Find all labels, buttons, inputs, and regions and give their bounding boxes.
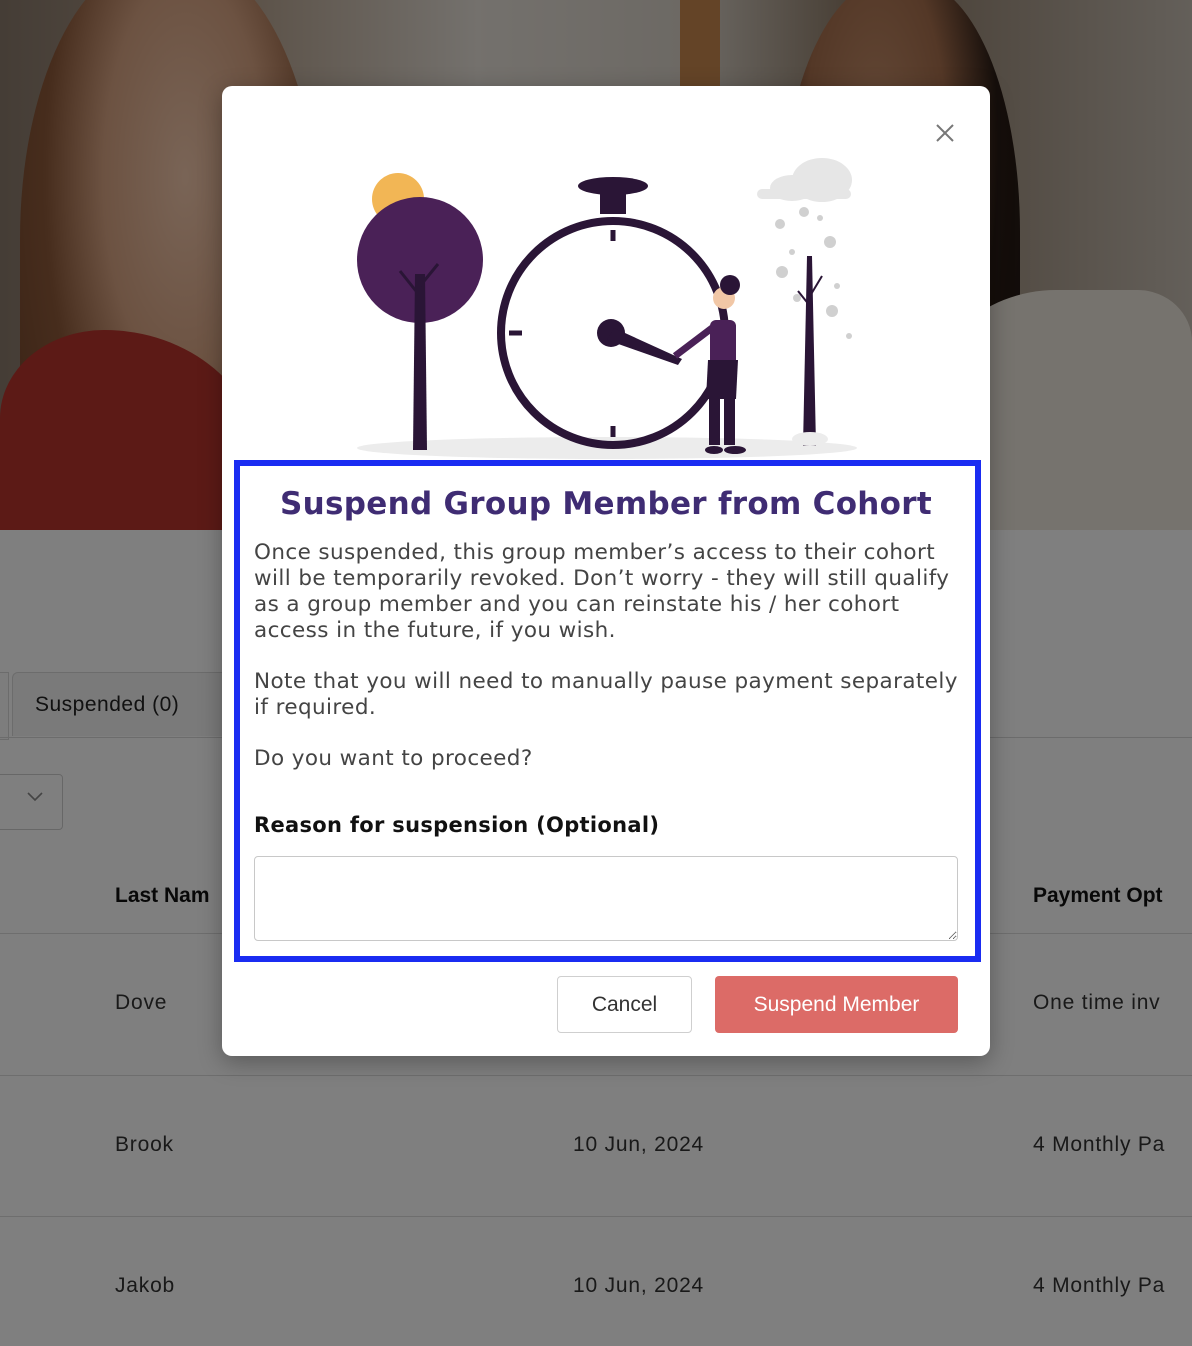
cancel-button[interactable]: Cancel — [557, 976, 692, 1033]
stopwatch-illustration — [357, 158, 857, 459]
modal-description: Once suspended, this group member’s acce… — [254, 540, 950, 643]
suspend-member-button[interactable]: Suspend Member — [715, 976, 958, 1033]
close-icon[interactable] — [932, 120, 958, 146]
modal-confirm-question: Do you want to proceed? — [254, 746, 533, 771]
modal-payment-note: Note that you will need to manually paus… — [254, 669, 958, 720]
reason-textarea[interactable] — [254, 856, 958, 941]
suspend-member-modal: Suspend Group Member from Cohort Once su… — [222, 86, 990, 1056]
reason-label: Reason for suspension (Optional) — [254, 813, 660, 837]
modal-title: Suspend Group Member from Cohort — [280, 486, 932, 522]
